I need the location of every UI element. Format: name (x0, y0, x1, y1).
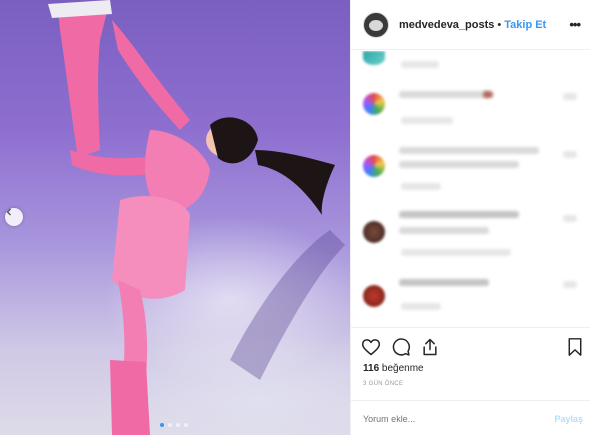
comment-blur (563, 281, 577, 288)
action-icons (361, 337, 586, 359)
share-icon[interactable] (420, 337, 440, 357)
post-header: medvedeva_posts • Takip Et ••• (351, 0, 590, 50)
comment-blur (399, 147, 539, 154)
post-comment-button[interactable]: Paylaş (554, 414, 583, 424)
carousel-prev-button[interactable] (5, 208, 23, 226)
comment-blur (483, 91, 493, 98)
comment-blur (401, 117, 453, 124)
comment-input[interactable] (363, 413, 555, 424)
comment-blur (563, 93, 577, 100)
avatar[interactable] (363, 11, 389, 38)
avatar[interactable] (363, 155, 385, 177)
comment-form: Paylaş (351, 400, 590, 435)
avatar[interactable] (363, 51, 385, 65)
likes-count[interactable]: 116 beğenme (363, 363, 424, 374)
header-separator: • (497, 18, 502, 31)
avatar[interactable] (363, 221, 385, 243)
post-photo[interactable] (0, 0, 350, 435)
bookmark-icon[interactable] (566, 337, 584, 357)
carousel-dot (184, 423, 188, 427)
skater-illustration (48, 0, 345, 435)
carousel-dots (160, 423, 188, 427)
likes-label: beğenme (381, 363, 424, 374)
avatar[interactable] (363, 285, 385, 307)
likes-number: 116 (363, 363, 380, 374)
more-options-icon[interactable]: ••• (569, 17, 581, 32)
comments-list (351, 51, 590, 327)
carousel-dot (168, 423, 172, 427)
username-link[interactable]: medvedeva_posts (399, 19, 494, 31)
carousel-dot (160, 423, 164, 427)
comment-blur (401, 183, 441, 190)
carousel-dot (176, 423, 180, 427)
post-actions: 116 beğenme 3 GÜN ÖNCE Paylaş (351, 327, 590, 435)
comment-blur (401, 249, 511, 256)
post-timestamp[interactable]: 3 GÜN ÖNCE (363, 381, 403, 387)
comment-blur (399, 227, 489, 234)
comment-blur (401, 61, 439, 68)
follow-button[interactable]: Takip Et (504, 19, 546, 31)
comment-blur (563, 151, 577, 158)
heart-icon[interactable] (361, 337, 381, 357)
comment-blur (399, 161, 519, 168)
comment-blur (399, 211, 519, 218)
comment-blur (399, 91, 489, 98)
comment-blur (563, 215, 577, 222)
chevron-left-icon (6, 208, 11, 216)
comment-blur (399, 279, 489, 286)
post-side-panel: medvedeva_posts • Takip Et ••• 116 beğen… (350, 0, 590, 435)
avatar[interactable] (363, 93, 385, 115)
comment-icon[interactable] (391, 337, 411, 357)
comment-blur (401, 303, 441, 310)
